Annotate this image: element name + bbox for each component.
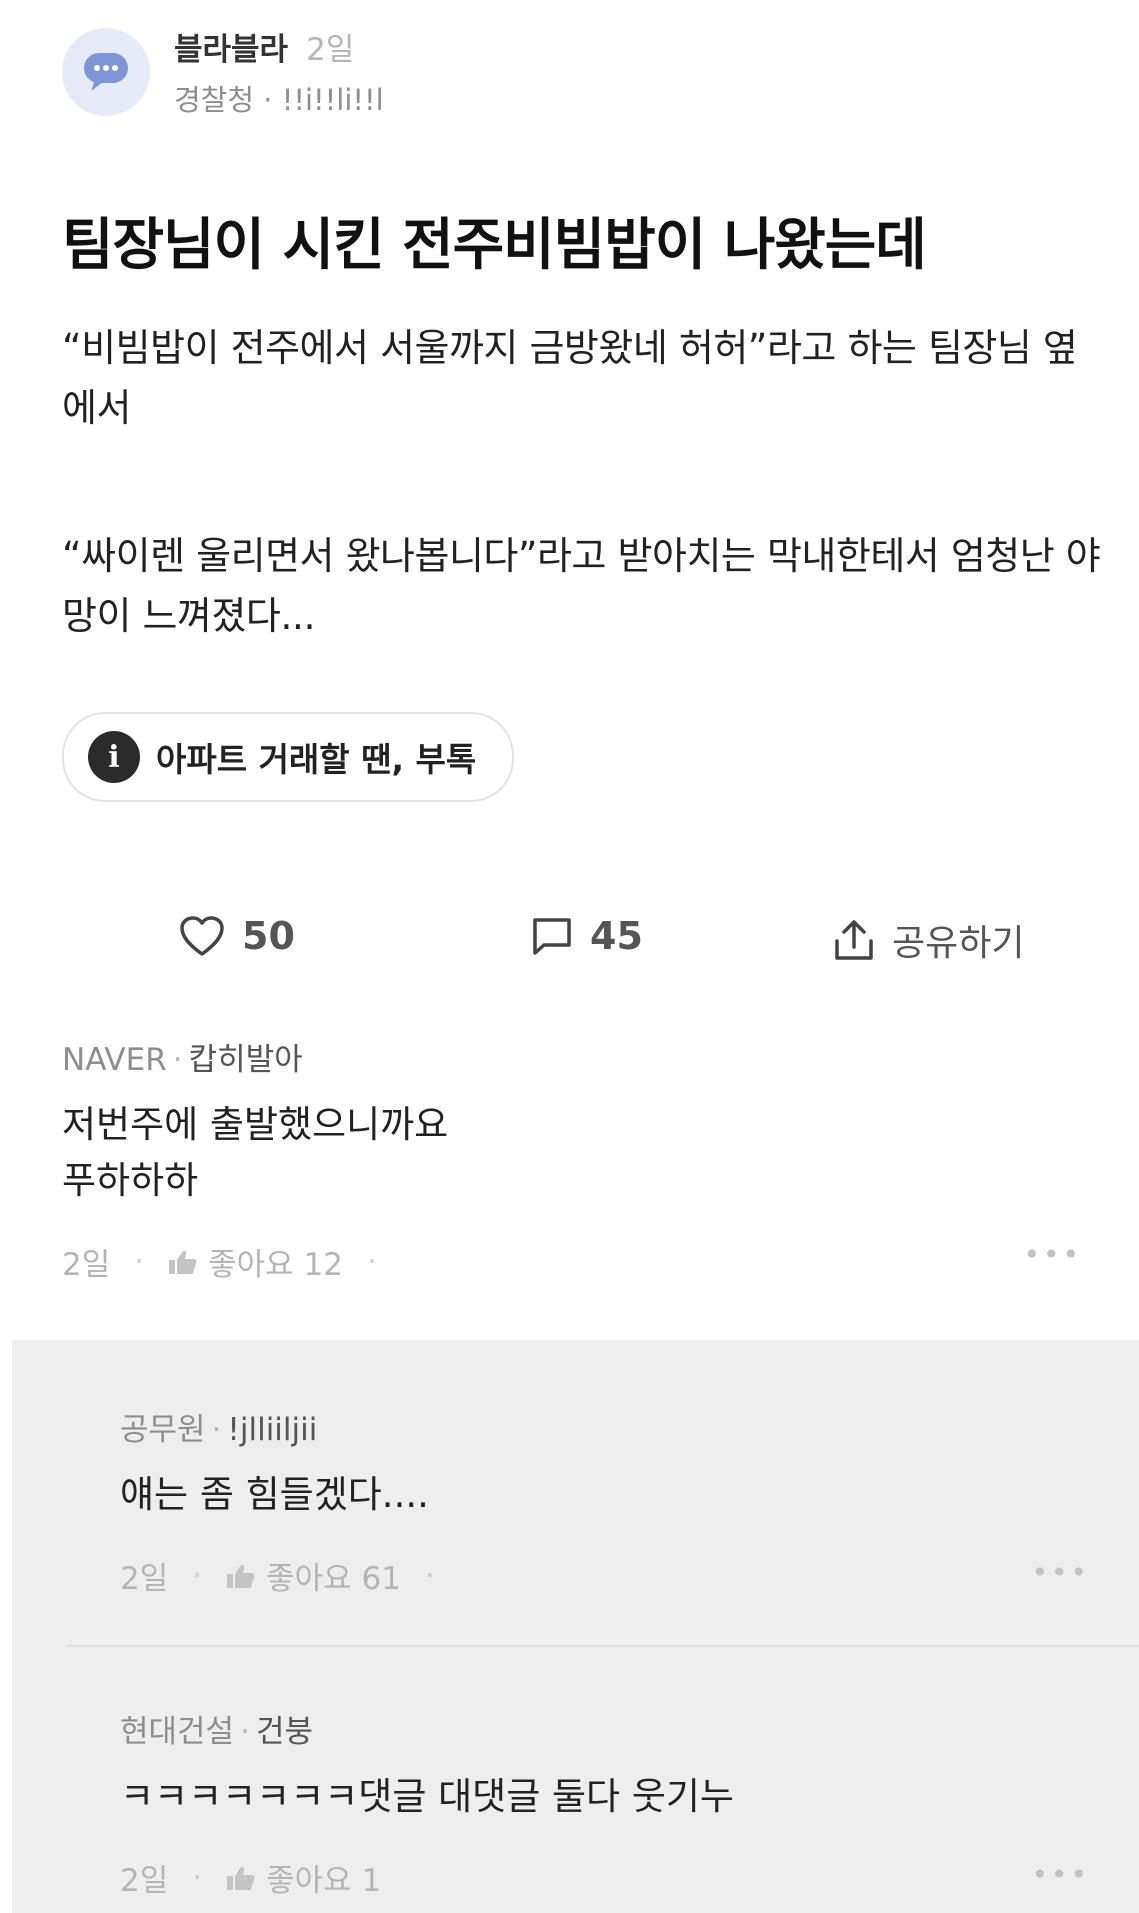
reply-text: 얘는 좀 힘들겠다....: [120, 1473, 429, 1516]
reply-nickname[interactable]: 건붕: [256, 1714, 313, 1750]
post-paragraph: “비빔밥이 전주에서 서울까지 금방왔네 허허”라고 하는 팀장님 옆에서: [62, 326, 1078, 430]
thumbs-up-icon[interactable]: [168, 1248, 198, 1276]
comment-author: NAVER · 캅히발아: [62, 1034, 1082, 1079]
reply-text: ㅋㅋㅋㅋㅋㅋㅋ댓글 대댓글 둘다 웃기누: [120, 1775, 734, 1818]
reply-author: 공무원 · !jlliiljii: [120, 1404, 1090, 1449]
author-company-row: 경찰청 · !!i!!li!!l: [174, 77, 384, 119]
comment-button[interactable]: 45: [530, 914, 643, 958]
separator: ·: [263, 83, 273, 117]
separator: ·: [366, 1243, 377, 1280]
comment-nickname[interactable]: 캅히발아: [189, 1042, 303, 1078]
author-meta: 블라블라 2일 경찰청 · !!i!!li!!l: [174, 24, 384, 119]
post-actions: 50 45 공유하기: [0, 908, 1139, 978]
thumbs-up-icon[interactable]: [226, 1864, 256, 1892]
separator: ·: [192, 1859, 203, 1896]
comment-time: 2일: [62, 1247, 111, 1283]
separator: ·: [240, 1714, 250, 1750]
more-options-icon[interactable]: •••: [1031, 1858, 1090, 1891]
post-body: “비빔밥이 전주에서 서울까지 금방왔네 허허”라고 하는 팀장님 옆에서 “싸…: [62, 318, 1102, 734]
reply-like-count[interactable]: 좋아요 61: [266, 1553, 401, 1598]
share-button[interactable]: 공유하기: [832, 914, 1024, 966]
avatar[interactable]: [62, 27, 150, 116]
ad-banner-button[interactable]: i 아파트 거래할 땐, 부톡: [62, 712, 515, 802]
post-paragraph: “싸이렌 울리면서 왔나봅니다”라고 받아치는 막내한테서 엄청난 야망이 느껴…: [62, 534, 1101, 638]
chat-bubble-icon: [84, 52, 128, 91]
more-options-icon[interactable]: •••: [1023, 1238, 1082, 1271]
reply-section: 공무원 · !jlliiljii 얘는 좀 힘들겠다.... 2일 · 좋아요 61…: [12, 1340, 1139, 1913]
comment-footer: 2일 · 좋아요 12 ·: [62, 1239, 1082, 1284]
comment-company: NAVER: [62, 1042, 167, 1078]
author-company: 경찰청: [174, 83, 255, 117]
separator: ·: [172, 1042, 183, 1078]
comment-icon: [533, 918, 571, 955]
reply-item: 공무원 · !jlliiljii 얘는 좀 힘들겠다.... 2일 · 좋아요 61…: [120, 1404, 1090, 1598]
separator: ·: [424, 1557, 435, 1594]
reply-item: 현대건설 · 건붕 ㅋㅋㅋㅋㅋㅋㅋ댓글 대댓글 둘다 웃기누 2일 · 좋아요 1 …: [120, 1706, 1090, 1900]
post-header: 블라블라 2일 경찰청 · !!i!!li!!l: [62, 24, 384, 119]
like-button[interactable]: 50: [178, 914, 295, 958]
author-name[interactable]: 블라블라: [174, 24, 288, 69]
comment-item: NAVER · 캅히발아 저번주에 출발했으니까요 푸하하하 2일 · 좋아요 12…: [62, 1034, 1082, 1284]
comment-text: 저번주에 출발했으니까요 푸하하하: [62, 1103, 449, 1202]
author-handle: !!i!!li!!l: [281, 83, 384, 117]
reply-nickname[interactable]: !jlliiljii: [227, 1412, 317, 1448]
reply-time: 2일: [120, 1863, 169, 1899]
share-label: 공유하기: [892, 923, 1025, 964]
comment-like-count[interactable]: 좋아요 12: [208, 1239, 343, 1284]
post-title: 팀장님이 시킨 전주비빔밥이 나왔는데: [62, 213, 927, 278]
comment-count: 45: [590, 914, 643, 958]
post-page: 블라블라 2일 경찰청 · !!i!!li!!l 팀장님이 시킨 전주비빔밥이 …: [0, 0, 1139, 1913]
separator: ·: [211, 1412, 222, 1448]
reply-footer: 2일 · 좋아요 61 ·: [120, 1553, 1090, 1598]
separator: ·: [192, 1557, 203, 1594]
more-options-icon[interactable]: •••: [1031, 1556, 1090, 1589]
reply-company: 공무원: [120, 1412, 206, 1448]
ad-text: 아파트 거래할 땐, 부톡: [156, 740, 477, 779]
reply-company: 현대건설: [120, 1714, 235, 1750]
like-count: 50: [242, 914, 295, 958]
post-time: 2일: [306, 32, 355, 68]
reply-footer: 2일 · 좋아요 1: [120, 1855, 1090, 1900]
info-icon: i: [88, 731, 140, 783]
heart-icon: [180, 916, 224, 956]
separator: ·: [134, 1243, 145, 1280]
reply-time: 2일: [120, 1561, 169, 1597]
share-icon: [835, 920, 873, 960]
reply-like-count[interactable]: 좋아요 1: [266, 1855, 381, 1900]
reply-author: 현대건설 · 건붕: [120, 1706, 1090, 1751]
thumbs-up-icon[interactable]: [226, 1562, 256, 1590]
divider: [66, 1645, 1139, 1647]
